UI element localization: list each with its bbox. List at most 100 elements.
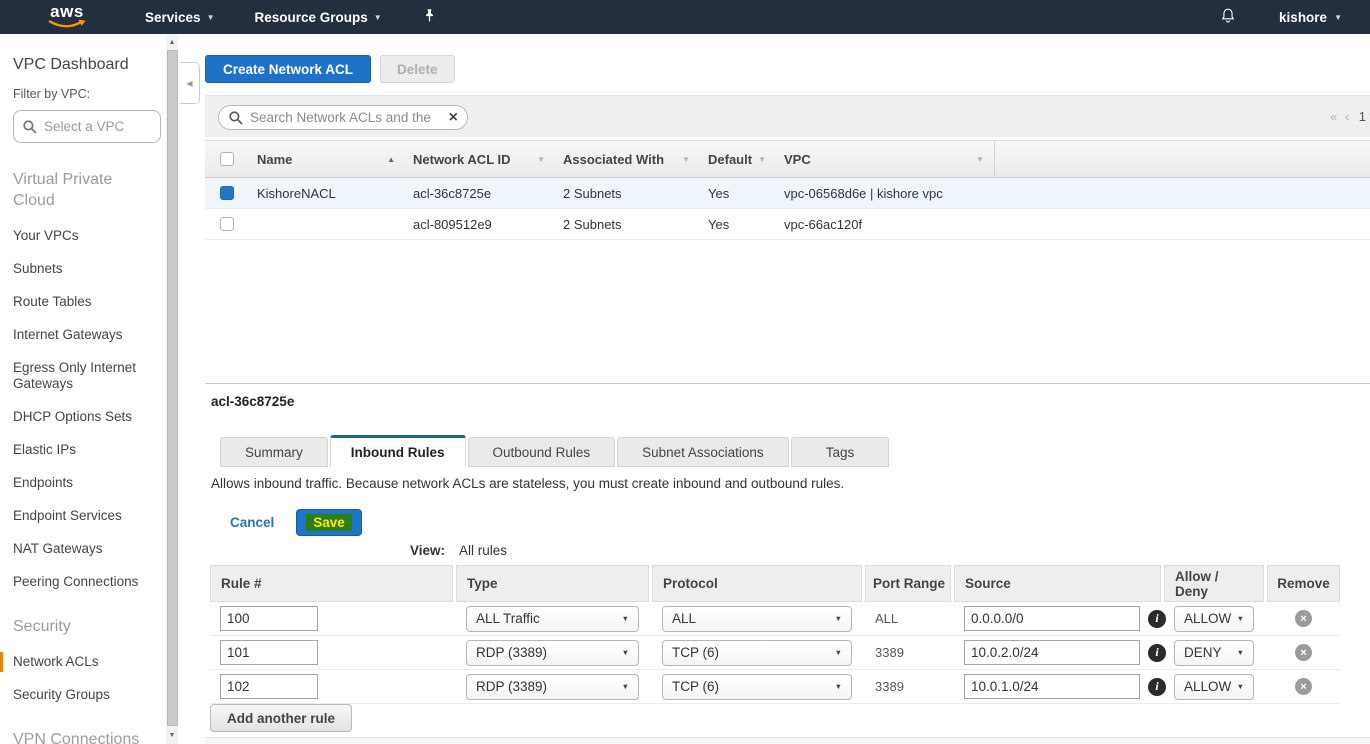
view-filter-row: View: All rules	[410, 543, 507, 558]
tab-inbound-rules[interactable]: Inbound Rules	[330, 435, 466, 467]
selected-item-indicator	[0, 652, 3, 672]
notifications-button[interactable]	[1219, 6, 1237, 28]
source-input[interactable]	[964, 640, 1140, 665]
bottom-strip	[205, 737, 1370, 744]
sidebar-item-elastic-ips[interactable]: Elastic IPs	[13, 442, 161, 458]
type-select-value: RDP (3389)	[476, 679, 547, 694]
rule-row: ALL Traffic ▼ ALL ▼ ALL i ALLOW ▼	[210, 602, 1340, 636]
col-header-spacer	[994, 141, 1370, 177]
row-checkbox-checked[interactable]	[220, 186, 234, 200]
sidebar-item-your-vpcs[interactable]: Your VPCs	[13, 228, 161, 244]
pagination[interactable]: « ‹ 1 t	[1330, 109, 1370, 124]
scroll-up-arrow-icon[interactable]: ▲	[166, 36, 178, 49]
col-header-port-range: Port Range	[865, 565, 951, 602]
rules-table-header: Rule # Type Protocol Port Range Source A…	[210, 565, 1340, 602]
tab-tags[interactable]: Tags	[791, 437, 890, 467]
pin-icon	[422, 8, 437, 23]
services-menu[interactable]: Services ▼	[145, 10, 214, 25]
col-header-source: Source	[954, 565, 1161, 602]
sort-caret-icon: ▼	[758, 155, 766, 164]
tab-summary[interactable]: Summary	[220, 437, 328, 467]
sidebar-item-subnets[interactable]: Subnets	[13, 261, 161, 277]
view-value-dropdown[interactable]: All rules	[459, 543, 507, 558]
select-all-cell	[205, 152, 249, 166]
select-all-checkbox[interactable]	[220, 152, 234, 166]
protocol-select[interactable]: TCP (6) ▼	[662, 640, 852, 666]
row-checkbox[interactable]	[220, 217, 234, 231]
protocol-select-value: TCP (6)	[672, 645, 719, 660]
sidebar-scrollbar-thumb[interactable]	[167, 50, 178, 726]
allow-deny-value: ALLOW	[1184, 611, 1231, 626]
tab-subnet-associations[interactable]: Subnet Associations	[617, 437, 789, 467]
chevron-down-icon: ▼	[1334, 13, 1342, 22]
sidebar-scrollbar[interactable]: ▲ ▼	[166, 34, 178, 744]
sidebar-item-security-groups[interactable]: Security Groups	[13, 687, 161, 703]
cancel-button[interactable]: Cancel	[230, 515, 274, 530]
select-caret-icon: ▼	[622, 682, 629, 691]
acl-toolbar: Create Network ACL Delete	[205, 55, 455, 83]
rule-number-input[interactable]	[220, 674, 318, 699]
type-select[interactable]: ALL Traffic ▼	[466, 606, 639, 632]
sidebar-item-network-acls[interactable]: Network ACLs	[13, 654, 161, 670]
source-input[interactable]	[964, 674, 1140, 699]
port-range-value: 3389	[875, 645, 904, 660]
select-caret-icon: ▼	[835, 648, 842, 657]
acl-table-header: Name ▲ Network ACL ID ▼ Associated With …	[205, 140, 1370, 178]
acl-table-row[interactable]: acl-809512e9 2 Subnets Yes vpc-66ac120f	[205, 209, 1370, 240]
add-another-rule-button[interactable]: Add another rule	[210, 704, 352, 732]
section-heading-vpc: Virtual Private Cloud	[13, 169, 153, 211]
col-header-name[interactable]: Name ▲	[249, 141, 405, 177]
allow-deny-value: ALLOW	[1184, 679, 1231, 694]
sidebar-collapse-handle[interactable]: ◀	[180, 62, 200, 104]
acl-table-row[interactable]: KishoreNACL acl-36c8725e 2 Subnets Yes v…	[205, 178, 1370, 209]
section-heading-security: Security	[13, 616, 153, 637]
select-caret-icon: ▼	[835, 682, 842, 691]
source-input[interactable]	[964, 606, 1140, 631]
protocol-select[interactable]: ALL ▼	[662, 606, 852, 632]
col-header-default[interactable]: Default ▼	[700, 141, 776, 177]
sidebar-item-nat-gateways[interactable]: NAT Gateways	[13, 541, 161, 557]
col-header-protocol: Protocol	[652, 565, 862, 602]
sidebar-item-endpoint-services[interactable]: Endpoint Services	[13, 508, 161, 524]
sidebar-item-endpoints[interactable]: Endpoints	[13, 475, 161, 491]
acl-search-box[interactable]: Search Network ACLs and the ×	[218, 105, 468, 130]
allow-deny-select[interactable]: ALLOW ▼	[1174, 606, 1254, 632]
sidebar-item-dhcp-options-sets[interactable]: DHCP Options Sets	[13, 409, 161, 425]
resource-groups-menu[interactable]: Resource Groups ▼	[254, 10, 381, 25]
type-select[interactable]: RDP (3389) ▼	[466, 640, 639, 666]
col-header-acl-id[interactable]: Network ACL ID ▼	[405, 141, 555, 177]
sidebar-item-route-tables[interactable]: Route Tables	[13, 294, 161, 310]
scroll-down-arrow-icon[interactable]: ▼	[166, 729, 178, 742]
remove-rule-icon[interactable]: ×	[1295, 644, 1312, 661]
remove-rule-icon[interactable]: ×	[1295, 678, 1312, 695]
col-header-associated-with[interactable]: Associated With ▼	[555, 141, 700, 177]
aws-logo[interactable]: aws	[44, 5, 90, 30]
rule-number-input[interactable]	[220, 606, 318, 631]
vpc-filter-box[interactable]	[13, 110, 161, 143]
sidebar-item-egress-only-internet-gateways[interactable]: Egress Only Internet Gateways	[13, 360, 161, 392]
protocol-select[interactable]: TCP (6) ▼	[662, 674, 852, 700]
tab-outbound-rules[interactable]: Outbound Rules	[468, 437, 616, 467]
aws-logo-text: aws	[50, 5, 84, 19]
user-menu[interactable]: kishore ▼	[1279, 10, 1342, 25]
vpc-filter-input[interactable]	[44, 119, 144, 134]
chevron-down-icon: ▼	[374, 13, 382, 22]
save-button[interactable]: Save	[296, 509, 362, 536]
sidebar-item-peering-connections[interactable]: Peering Connections	[13, 574, 161, 590]
rule-number-input[interactable]	[220, 640, 318, 665]
clear-search-icon[interactable]: ×	[449, 111, 458, 125]
create-network-acl-button[interactable]: Create Network ACL	[205, 55, 371, 83]
col-header-vpc[interactable]: VPC ▼	[776, 141, 994, 177]
rule-row: RDP (3389) ▼ TCP (6) ▼ 3389 i DENY ▼	[210, 636, 1340, 670]
delete-button[interactable]: Delete	[380, 55, 455, 83]
pin-shortcut-button[interactable]	[422, 8, 437, 26]
sidebar-title[interactable]: VPC Dashboard	[13, 56, 166, 74]
sidebar-item-internet-gateways[interactable]: Internet Gateways	[13, 327, 161, 343]
pagination-prev-icons[interactable]: « ‹	[1330, 109, 1351, 124]
allow-deny-select[interactable]: DENY ▼	[1174, 640, 1254, 666]
remove-rule-icon[interactable]: ×	[1295, 610, 1312, 627]
filter-bar: Search Network ACLs and the × « ‹ 1 t	[205, 95, 1370, 137]
allow-deny-select[interactable]: ALLOW ▼	[1174, 674, 1254, 700]
type-select[interactable]: RDP (3389) ▼	[466, 674, 639, 700]
col-acl-id-label: Network ACL ID	[413, 152, 511, 167]
